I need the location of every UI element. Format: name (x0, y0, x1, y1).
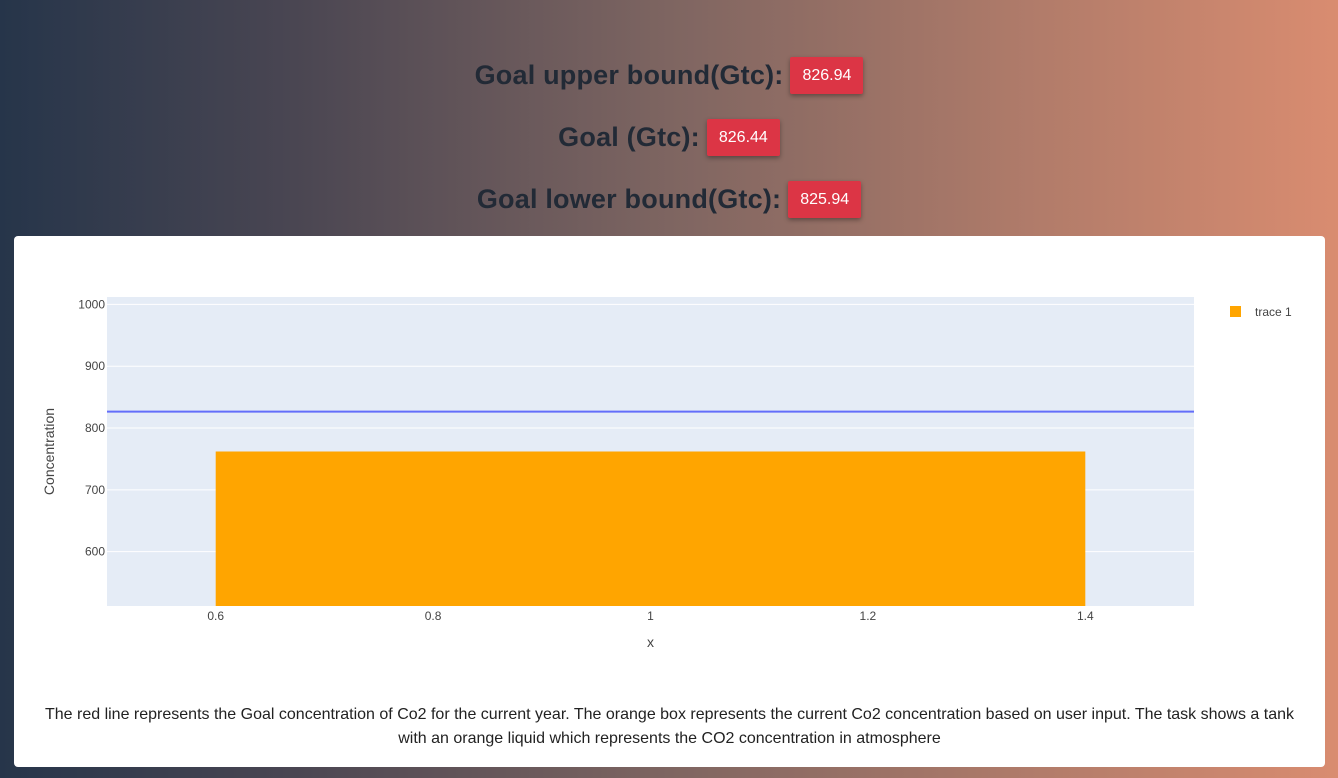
goal-upper-label: Goal upper bound(Gtc): (474, 60, 784, 90)
y-tick-label: 600 (85, 545, 105, 559)
goal-badge: 826.44 (706, 119, 780, 156)
y-tick-label: 800 (85, 421, 105, 435)
concentration-chart[interactable]: 600 700 800 900 1000 0.6 0.8 1 1.2 1.4 x Concentrat… (14, 236, 1325, 696)
y-tick-label: 900 (85, 359, 105, 373)
goal-lower-label: Goal lower bound(Gtc): (476, 184, 782, 214)
goal-label: Goal (Gtc): (558, 122, 700, 152)
goal-upper-row: Goal upper bound(Gtc): 826.94 (0, 57, 1338, 94)
x-tick-label: 1.2 (860, 609, 877, 623)
x-tick-label: 0.6 (207, 609, 224, 623)
goal-lower-badge: 825.94 (788, 181, 862, 218)
goal-upper-badge: 826.94 (790, 57, 864, 94)
y-tick-label: 700 (85, 483, 105, 497)
bar-trace-1 (215, 451, 1086, 606)
y-tick-label: 1000 (78, 297, 105, 311)
goal-row: Goal (Gtc): 826.44 (0, 119, 1338, 156)
legend-swatch-trace-1 (1230, 306, 1241, 317)
x-tick-label: 1 (647, 609, 654, 623)
x-axis-label: x (647, 634, 654, 650)
goal-lower-row: Goal lower bound(Gtc): 825.94 (0, 181, 1338, 218)
legend-label-trace-1: trace 1 (1255, 305, 1292, 319)
chart-card: 600 700 800 900 1000 0.6 0.8 1 1.2 1.4 x Concentrat… (14, 236, 1325, 767)
y-axis-label: Concentration (41, 408, 57, 495)
x-tick-label: 1.4 (1077, 609, 1094, 623)
chart-caption: The red line represents the Goal concent… (44, 706, 1295, 747)
x-tick-label: 0.8 (425, 609, 442, 623)
